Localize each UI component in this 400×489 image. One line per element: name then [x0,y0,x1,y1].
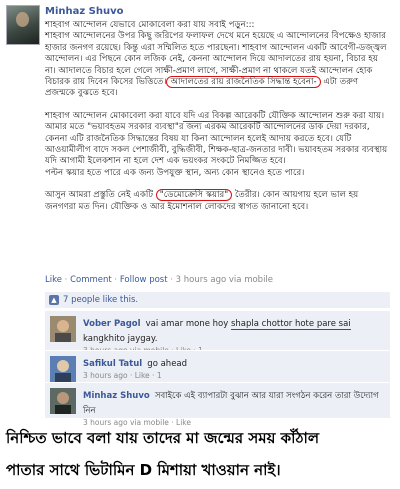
paragraph-text: শাহবাগ আন্দোলন মোকাবেলা করা যাবে [45,110,184,121]
post-paragraph-1: শাহবাগ আন্দোলন যেভাবে মোকাবেলা করা যায় … [45,20,390,100]
meme-caption: নিশ্চিত ভাবে বলা যায় তাদের মা জন্মের সম… [6,422,396,486]
caption-line-2: পাতার সাথে ভিটামিন D মিশায়া খাওয়ান নাই… [6,461,281,479]
thumbs-up-icon: ▲ [49,295,59,305]
comment-meta: 3 hours ago · Like · 1 [83,371,162,380]
post-paragraph-2: শাহবাগ আন্দোলন মোকাবেলা করা যাবে যদি এর … [45,110,390,179]
commenter-name[interactable]: Safikul Tatul [83,359,142,369]
underlined-highlight: যদি এর বিকল্প আরেকটি যৌক্তিক আন্দোলন [183,110,334,122]
follow-post-link[interactable]: Follow post [120,275,168,285]
comment-text: kangkhito jaygay. [83,334,158,344]
likes-count-link[interactable]: 7 people like this. [63,295,138,305]
circled-highlight: "ডেমোক্রেসি স্কয়ার" [155,189,233,202]
like-link[interactable]: Like [45,275,62,285]
commenter-name[interactable]: Minhaz Shuvo [83,391,150,401]
comment-item: Vober Pagol vai amar mone hoy shapla cho… [45,310,390,355]
commenter-avatar[interactable] [50,388,76,414]
paragraph-text: আসুন আমরা প্রস্তুতি নেই একটি [45,190,156,201]
likes-summary: ▲ 7 people like this. [45,292,390,308]
comment-text: vai amar mone hoy [145,319,231,329]
underlined-highlight: shapla chottor hote pare sai [230,319,351,330]
author-avatar[interactable] [6,5,40,45]
comment-item: Safikul Tatul go ahead 3 hours ago · Lik… [45,350,390,382]
post-actions: Like · Comment · Follow post · 3 hours a… [45,275,274,285]
comment-item: Minhaz Shuvo সবাইকে এই ব্যাপারটা বুঝান আ… [45,382,390,427]
caption-line-1: নিশ্চিত ভাবে বলা যায় তাদের মা জন্মের সম… [6,429,320,447]
author-name[interactable]: Minhaz Shuvo [45,6,124,17]
post-body: শাহবাগ আন্দোলন যেভাবে মোকাবেলা করা যায় … [45,20,390,224]
commenter-name[interactable]: Vober Pagol [83,319,141,329]
commenter-avatar[interactable] [50,356,76,382]
comment-body: Safikul Tatul go ahead 3 hours ago · Lik… [83,355,383,381]
circled-highlight: আদালতের রায় রাজনৈতিক সিদ্ধান্ত হবেনা- [166,76,321,89]
post-paragraph-3: আসুন আমরা প্রস্তুতি নেই একটি "ডেমোক্রেসি… [45,189,390,213]
comment-text: go ahead [147,359,188,369]
commenter-avatar[interactable] [50,316,76,342]
comment-link[interactable]: Comment [70,275,112,285]
post-timestamp: 3 hours ago via mobile [175,275,274,285]
